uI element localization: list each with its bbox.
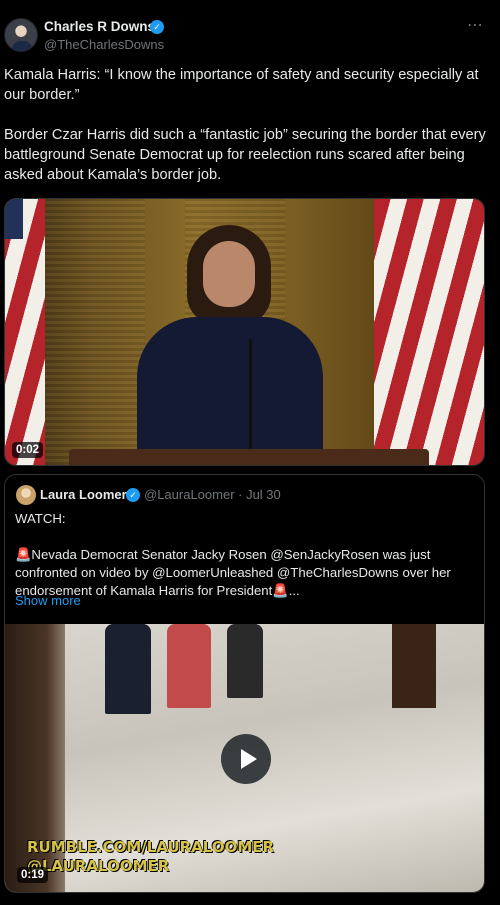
backdrop-panel xyxy=(45,199,145,465)
video-watermark: RUMBLE.COM/LAURALOOMER @LAURALOOMER xyxy=(27,838,274,876)
podium xyxy=(69,449,429,465)
quote-author-handle[interactable]: @LauraLoomer · Jul 30 xyxy=(144,487,281,502)
watermark-line-2: @LAURALOOMER xyxy=(27,857,170,875)
person-figure xyxy=(167,624,211,708)
quote-video-player[interactable]: RUMBLE.COM/LAURALOOMER @LAURALOOMER 0:19 xyxy=(5,624,484,892)
flag-right xyxy=(374,199,484,465)
quote-author-name[interactable]: Laura Loomer xyxy=(40,487,127,502)
flag-left xyxy=(5,199,45,465)
quote-author-avatar[interactable] xyxy=(16,485,36,505)
person-figure xyxy=(227,624,263,698)
watermark-line-1: RUMBLE.COM/LAURALOOMER xyxy=(27,838,275,856)
hallway-door xyxy=(392,624,436,708)
tweet-header: Charles R Downs ✓ @TheCharlesDowns ⋯ xyxy=(0,14,500,58)
quoted-tweet[interactable]: Laura Loomer ✓ @LauraLoomer · Jul 30 WAT… xyxy=(4,474,485,893)
person-figure xyxy=(105,624,151,714)
speaker-body xyxy=(137,317,323,465)
speaker-face xyxy=(203,241,255,307)
show-more-link[interactable]: Show more xyxy=(15,593,81,608)
more-options-icon[interactable]: ⋯ xyxy=(467,18,484,34)
verified-badge-icon: ✓ xyxy=(126,488,140,502)
author-avatar[interactable] xyxy=(4,18,38,52)
quote-video-duration-badge: 0:19 xyxy=(17,867,49,883)
play-icon[interactable] xyxy=(221,734,271,784)
microphone xyxy=(249,339,252,449)
author-name[interactable]: Charles R Downs xyxy=(44,19,155,34)
verified-badge-icon: ✓ xyxy=(150,20,164,34)
tweet-text: Kamala Harris: “I know the importance of… xyxy=(4,67,486,183)
author-handle[interactable]: @TheCharlesDowns xyxy=(44,37,164,52)
video-player[interactable] xyxy=(4,198,485,466)
video-duration-badge: 0:02 xyxy=(12,442,44,458)
quote-text: WATCH: 🚨Nevada Democrat Senator Jacky Ro… xyxy=(15,511,451,598)
